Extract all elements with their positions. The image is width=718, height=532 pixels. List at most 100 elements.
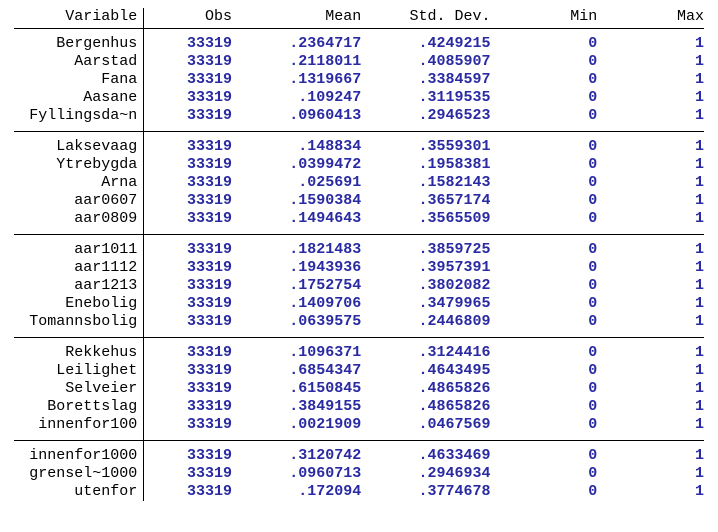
cell-variable: aar1011	[14, 241, 144, 259]
table-row: innenfor100033319.3120742.463346901	[14, 447, 704, 465]
cell-mean: .1494643	[232, 210, 361, 228]
cell-max: 1	[597, 398, 704, 416]
cell-max: 1	[597, 174, 704, 192]
cell-variable: Aarstad	[14, 53, 144, 71]
cell-sd: .4085907	[361, 53, 490, 71]
cell-sd: .3802082	[361, 277, 490, 295]
cell-sd: .3119535	[361, 89, 490, 107]
cell-min: 0	[491, 138, 598, 156]
cell-min: 0	[491, 465, 598, 483]
cell-mean: .0399472	[232, 156, 361, 174]
cell-mean: .1821483	[232, 241, 361, 259]
table-row: innenfor10033319.0021909.046756901	[14, 416, 704, 434]
cell-max: 1	[597, 53, 704, 71]
cell-max: 1	[597, 156, 704, 174]
cell-obs: 33319	[144, 362, 232, 380]
cell-obs: 33319	[144, 465, 232, 483]
cell-variable: utenfor	[14, 483, 144, 501]
cell-variable: Tomannsbolig	[14, 313, 144, 331]
cell-variable: Ytrebygda	[14, 156, 144, 174]
cell-sd: .3559301	[361, 138, 490, 156]
cell-sd: .2946934	[361, 465, 490, 483]
table-row: aar101133319.1821483.385972501	[14, 241, 704, 259]
table-row: Tomannsbolig33319.0639575.244680901	[14, 313, 704, 331]
cell-max: 1	[597, 465, 704, 483]
cell-min: 0	[491, 344, 598, 362]
col-mean: Mean	[232, 8, 361, 29]
cell-obs: 33319	[144, 295, 232, 313]
cell-mean: .148834	[232, 138, 361, 156]
cell-min: 0	[491, 447, 598, 465]
cell-mean: .2118011	[232, 53, 361, 71]
cell-obs: 33319	[144, 380, 232, 398]
stats-table: Variable Obs Mean Std. Dev. Min Max Berg…	[14, 8, 704, 501]
cell-variable: Aasane	[14, 89, 144, 107]
cell-min: 0	[491, 71, 598, 89]
cell-mean: .6150845	[232, 380, 361, 398]
table-row: Borettslag33319.3849155.486582601	[14, 398, 704, 416]
cell-variable: Fyllingsda~n	[14, 107, 144, 125]
cell-mean: .3120742	[232, 447, 361, 465]
header-row: Variable Obs Mean Std. Dev. Min Max	[14, 8, 704, 29]
cell-obs: 33319	[144, 313, 232, 331]
cell-mean: .0960713	[232, 465, 361, 483]
cell-min: 0	[491, 107, 598, 125]
cell-mean: .0021909	[232, 416, 361, 434]
table-row: aar080933319.1494643.356550901	[14, 210, 704, 228]
summary-table: Variable Obs Mean Std. Dev. Min Max Berg…	[0, 0, 718, 513]
cell-obs: 33319	[144, 156, 232, 174]
cell-sd: .4249215	[361, 35, 490, 53]
cell-mean: .025691	[232, 174, 361, 192]
cell-obs: 33319	[144, 210, 232, 228]
col-variable: Variable	[14, 8, 144, 29]
cell-sd: .4633469	[361, 447, 490, 465]
table-row: Aarstad33319.2118011.408590701	[14, 53, 704, 71]
cell-sd: .3124416	[361, 344, 490, 362]
cell-sd: .2946523	[361, 107, 490, 125]
cell-variable: aar0809	[14, 210, 144, 228]
cell-mean: .0639575	[232, 313, 361, 331]
cell-max: 1	[597, 295, 704, 313]
cell-variable: Enebolig	[14, 295, 144, 313]
cell-min: 0	[491, 277, 598, 295]
cell-obs: 33319	[144, 53, 232, 71]
cell-sd: .3774678	[361, 483, 490, 501]
cell-sd: .3479965	[361, 295, 490, 313]
cell-obs: 33319	[144, 241, 232, 259]
table-row: Aasane33319.109247.311953501	[14, 89, 704, 107]
cell-obs: 33319	[144, 107, 232, 125]
cell-obs: 33319	[144, 89, 232, 107]
cell-obs: 33319	[144, 483, 232, 501]
cell-mean: .0960413	[232, 107, 361, 125]
cell-max: 1	[597, 71, 704, 89]
cell-obs: 33319	[144, 398, 232, 416]
cell-variable: innenfor100	[14, 416, 144, 434]
cell-sd: .1582143	[361, 174, 490, 192]
cell-min: 0	[491, 259, 598, 277]
cell-obs: 33319	[144, 71, 232, 89]
cell-min: 0	[491, 156, 598, 174]
cell-max: 1	[597, 241, 704, 259]
cell-max: 1	[597, 380, 704, 398]
cell-variable: aar1112	[14, 259, 144, 277]
cell-mean: .1752754	[232, 277, 361, 295]
cell-min: 0	[491, 313, 598, 331]
cell-sd: .0467569	[361, 416, 490, 434]
cell-obs: 33319	[144, 416, 232, 434]
cell-mean: .2364717	[232, 35, 361, 53]
cell-max: 1	[597, 192, 704, 210]
cell-mean: .1096371	[232, 344, 361, 362]
cell-obs: 33319	[144, 138, 232, 156]
table-row: Laksevaag33319.148834.355930101	[14, 138, 704, 156]
cell-obs: 33319	[144, 277, 232, 295]
table-row: Selveier33319.6150845.486582601	[14, 380, 704, 398]
cell-variable: Leilighet	[14, 362, 144, 380]
col-max: Max	[597, 8, 704, 29]
cell-sd: .1958381	[361, 156, 490, 174]
cell-min: 0	[491, 295, 598, 313]
cell-mean: .1943936	[232, 259, 361, 277]
cell-variable: Laksevaag	[14, 138, 144, 156]
cell-min: 0	[491, 174, 598, 192]
table-row: Arna33319.025691.158214301	[14, 174, 704, 192]
cell-min: 0	[491, 89, 598, 107]
